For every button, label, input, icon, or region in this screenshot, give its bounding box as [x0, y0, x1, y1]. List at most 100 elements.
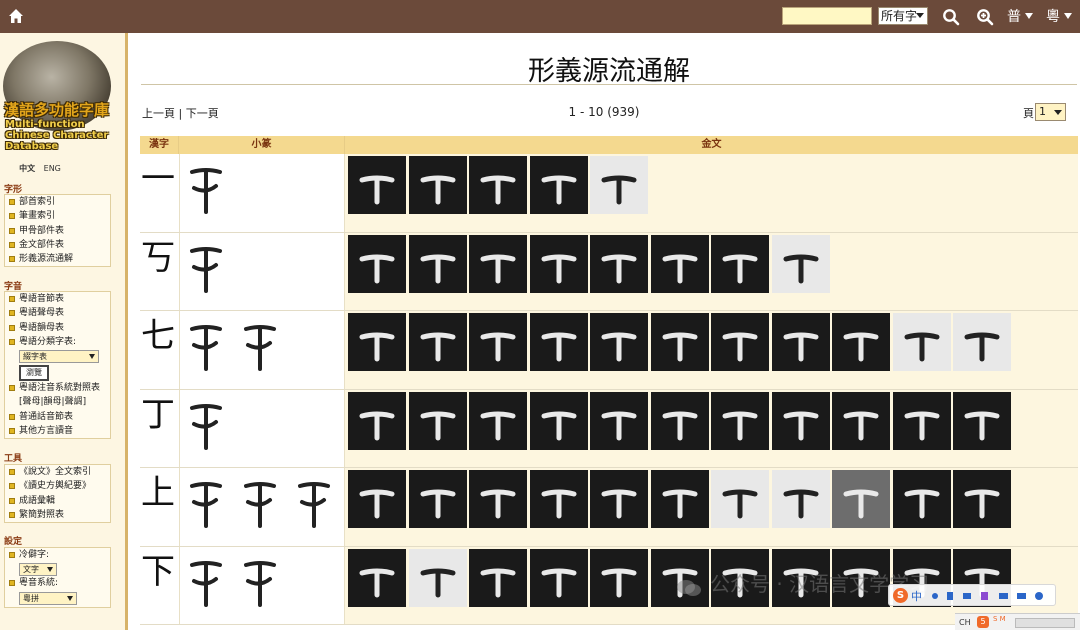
sidebar-item-etymology[interactable]: 形義源流通解	[5, 252, 110, 266]
bronze-script-image[interactable]	[469, 234, 527, 293]
bronze-script-image[interactable]	[529, 234, 588, 293]
bronze-script-image[interactable]	[771, 391, 830, 450]
seal-script-image[interactable]	[236, 550, 284, 611]
bronze-script-image[interactable]	[469, 548, 527, 607]
han-character[interactable]: 丂	[140, 233, 179, 311]
sidebar-item-bronze-components[interactable]: 金文部件表	[5, 238, 110, 252]
sidebar-item-oracle-components[interactable]: 甲骨部件表	[5, 224, 110, 238]
bronze-script-image[interactable]	[832, 470, 890, 528]
han-character[interactable]: 下	[140, 547, 179, 625]
bronze-script-image[interactable]	[590, 156, 648, 214]
bronze-script-image[interactable]	[408, 313, 467, 371]
han-character[interactable]: 七	[140, 311, 179, 389]
lang-en-link[interactable]: ENG	[44, 164, 61, 173]
bronze-script-image[interactable]	[529, 391, 588, 450]
sidebar-item-idioms[interactable]: 成語彙輯	[5, 494, 110, 508]
han-character[interactable]: 上	[140, 468, 179, 546]
bronze-script-image[interactable]	[408, 548, 467, 607]
ime-mode[interactable]: 中	[911, 588, 922, 604]
sidebar-item-yue-finals[interactable]: 粵語韻母表	[5, 321, 110, 335]
sidebar-item-romanization-sub[interactable]: [聲母|韻母|聲調]	[5, 395, 110, 409]
rare-chars-select[interactable]: 文字	[19, 563, 57, 577]
bronze-script-image[interactable]	[408, 391, 467, 450]
bronze-script-image[interactable]	[771, 313, 830, 371]
bronze-script-image[interactable]	[953, 470, 1011, 528]
page-number-select[interactable]: 1	[1035, 103, 1066, 121]
bronze-script-image[interactable]	[650, 470, 709, 528]
seal-script-image[interactable]	[182, 393, 230, 454]
sidebar-item-stroke-index[interactable]: 筆畫索引	[5, 209, 110, 223]
bronze-script-image[interactable]	[348, 313, 406, 371]
browse-button[interactable]: 瀏覽	[19, 365, 49, 382]
bronze-script-image[interactable]	[832, 391, 890, 450]
bronze-script-image[interactable]	[348, 548, 406, 607]
seal-script-image[interactable]	[182, 236, 230, 297]
bronze-script-image[interactable]	[650, 234, 709, 293]
search-icon[interactable]	[942, 8, 960, 26]
bronze-script-image[interactable]	[529, 156, 588, 214]
bronze-script-image[interactable]	[469, 470, 527, 528]
bronze-script-image[interactable]	[650, 313, 709, 371]
bronze-script-image[interactable]	[771, 234, 830, 293]
seal-script-image[interactable]	[182, 315, 230, 375]
lang-zh-link[interactable]: 中文	[19, 164, 35, 173]
bronze-script-image[interactable]	[348, 391, 406, 450]
bronze-script-image[interactable]	[348, 470, 406, 528]
han-character[interactable]: 丁	[140, 390, 179, 468]
tray-mode[interactable]: S M	[993, 616, 1006, 623]
tray-lang[interactable]: CH	[959, 618, 971, 627]
seal-script-image[interactable]	[236, 315, 284, 375]
bronze-script-image[interactable]	[590, 470, 648, 528]
cantonese-menu[interactable]: 粵	[1046, 7, 1072, 27]
sidebar-item-romanization-table[interactable]: 粵語注音系統對照表	[5, 381, 110, 395]
bronze-script-image[interactable]	[711, 313, 769, 371]
home-icon[interactable]	[8, 8, 24, 24]
sidebar-item-yue-syllables[interactable]: 粵語音節表	[5, 292, 110, 306]
bronze-script-image[interactable]	[408, 234, 467, 293]
bronze-script-image[interactable]	[892, 391, 951, 450]
bronze-script-image[interactable]	[529, 470, 588, 528]
bronze-script-image[interactable]	[953, 391, 1011, 450]
putonghua-menu[interactable]: 普	[1007, 7, 1033, 27]
bronze-script-image[interactable]	[832, 313, 890, 371]
zoom-in-icon[interactable]	[976, 8, 994, 26]
bronze-script-image[interactable]	[529, 548, 588, 607]
sidebar-item-shuowen-index[interactable]: 《說文》全文索引	[5, 465, 110, 479]
bronze-script-image[interactable]	[469, 156, 527, 214]
bronze-script-image[interactable]	[711, 470, 769, 528]
category-table-select[interactable]: 綴字表	[19, 350, 99, 364]
sidebar-item-pth-syllables[interactable]: 普通話音節表	[5, 410, 110, 424]
bronze-script-image[interactable]	[348, 156, 406, 214]
bronze-script-image[interactable]	[469, 391, 527, 450]
sidebar-item-dushi[interactable]: 《讀史方輿紀要》	[5, 479, 110, 493]
bronze-script-image[interactable]	[590, 234, 648, 293]
bronze-script-image[interactable]	[469, 313, 527, 371]
yue-system-select[interactable]: 粵拼	[19, 591, 77, 605]
ime-toolbar[interactable]: S 中	[888, 584, 1056, 606]
sidebar-item-yue-initials[interactable]: 粵語聲母表	[5, 306, 110, 320]
next-page-link[interactable]: 下一頁	[186, 107, 219, 120]
search-input[interactable]	[782, 7, 872, 25]
site-logo[interactable]: 漢語多功能字庫 Multi-function Chinese Character…	[3, 41, 111, 152]
seal-script-image[interactable]	[182, 158, 230, 218]
bronze-script-image[interactable]	[590, 313, 648, 371]
seal-script-image[interactable]	[182, 472, 230, 532]
sidebar-item-trad-simp[interactable]: 繁簡對照表	[5, 508, 110, 522]
bronze-script-image[interactable]	[529, 313, 588, 371]
bronze-script-image[interactable]	[590, 391, 648, 450]
search-scope-select[interactable]: 所有字	[878, 7, 928, 25]
tray-ime-icon[interactable]: 5	[977, 616, 989, 628]
bronze-script-image[interactable]	[711, 391, 769, 450]
bronze-script-image[interactable]	[711, 234, 769, 293]
sidebar-item-other-dialects[interactable]: 其他方言讀音	[5, 424, 110, 438]
bronze-script-image[interactable]	[892, 470, 951, 528]
bronze-script-image[interactable]	[953, 313, 1011, 371]
han-character[interactable]: 一	[140, 154, 179, 232]
bronze-script-image[interactable]	[650, 391, 709, 450]
prev-page-link[interactable]: 上一頁	[142, 107, 175, 120]
bronze-script-image[interactable]	[892, 313, 951, 371]
bronze-script-image[interactable]	[590, 548, 648, 607]
sidebar-item-radical-index[interactable]: 部首索引	[5, 195, 110, 209]
seal-script-image[interactable]	[182, 550, 230, 611]
seal-script-image[interactable]	[236, 472, 284, 532]
